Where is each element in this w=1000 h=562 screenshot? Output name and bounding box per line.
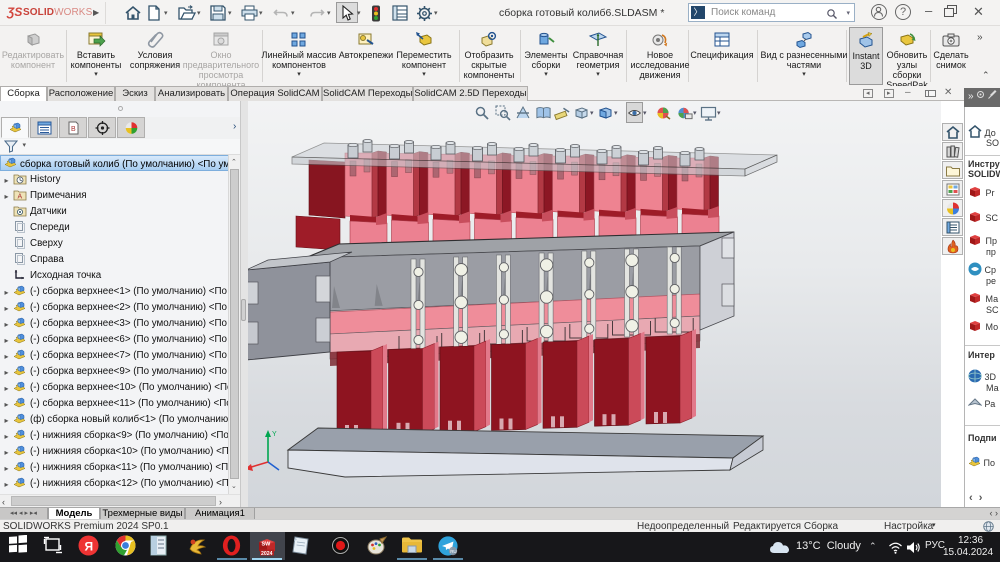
svg-text:В: В	[71, 126, 76, 133]
svg-text:2024: 2024	[261, 551, 273, 557]
svg-text:A: A	[18, 194, 23, 201]
svg-text:RU: RU	[450, 549, 457, 554]
svg-text:Я: Я	[85, 540, 94, 554]
svg-text:Y: Y	[272, 431, 277, 438]
svg-text:SW: SW	[262, 542, 272, 548]
